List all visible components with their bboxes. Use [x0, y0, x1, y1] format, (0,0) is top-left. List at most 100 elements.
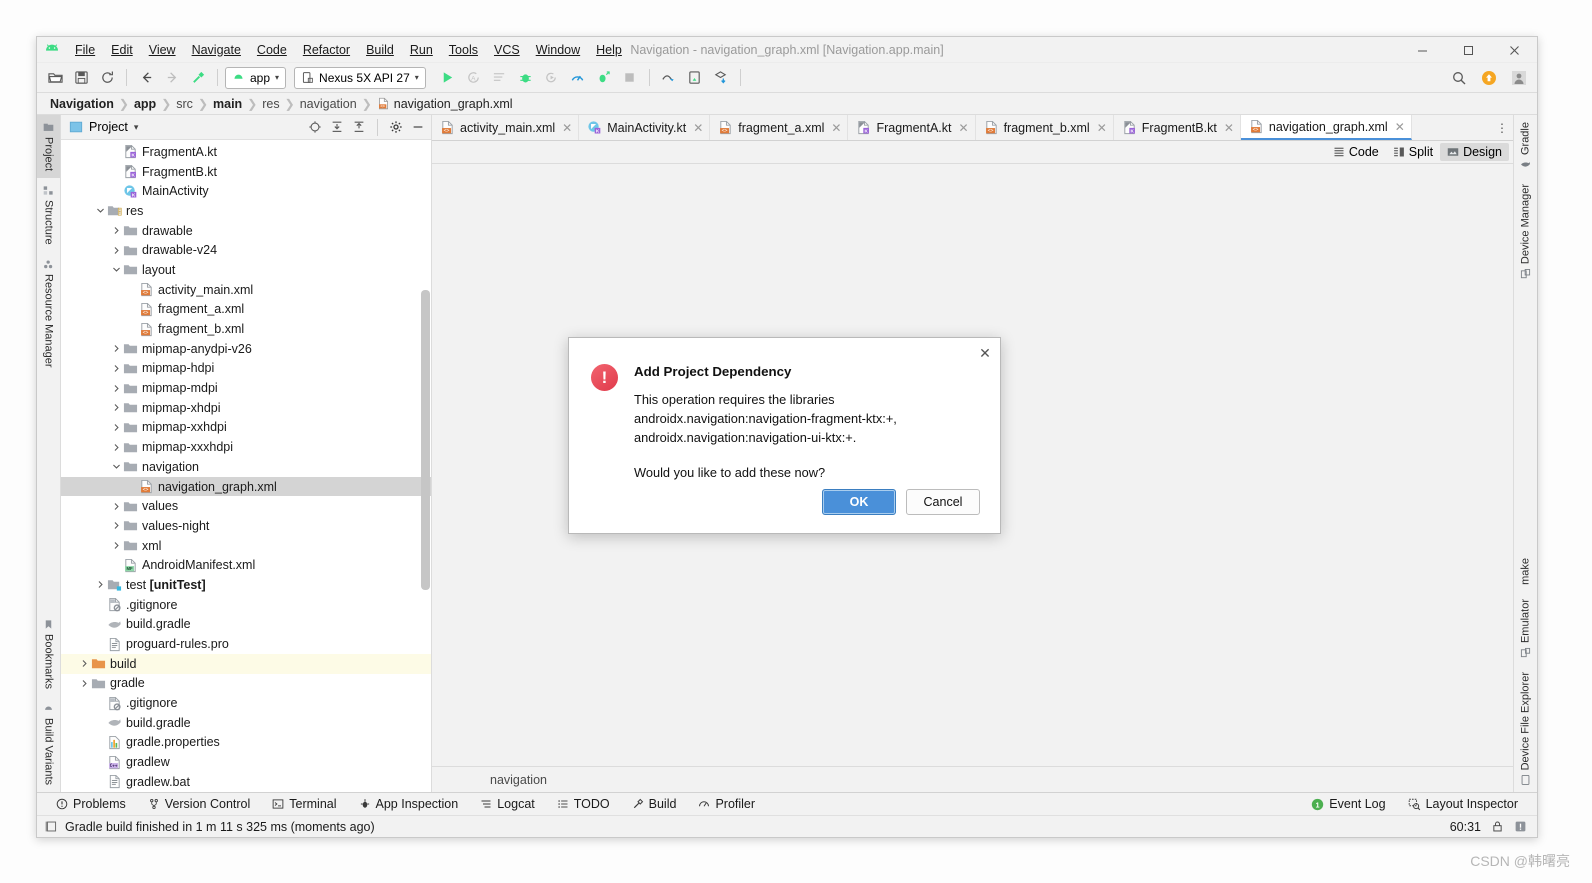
menu-item-vcs[interactable]: VCS: [486, 40, 528, 60]
sync-icon[interactable]: [95, 66, 119, 90]
tree-row[interactable]: <>navigation_graph.xml: [61, 477, 431, 497]
sidebar-item-bookmarks[interactable]: Bookmarks: [37, 612, 60, 696]
tab-design-mode[interactable]: Design: [1440, 143, 1509, 161]
project-tree[interactable]: KFragmentA.ktKFragmentB.ktKMainActivityr…: [61, 140, 431, 792]
menu-item-window[interactable]: Window: [528, 40, 588, 60]
tree-row[interactable]: <>fragment_a.xml: [61, 300, 431, 320]
apply-code-changes-icon[interactable]: [488, 66, 512, 90]
tree-row[interactable]: res: [61, 201, 431, 221]
tree-row[interactable]: KFragmentB.kt: [61, 162, 431, 182]
tree-row[interactable]: test [unitTest]: [61, 575, 431, 595]
bottom-tab-todo[interactable]: TODO: [546, 797, 621, 811]
bottom-tab-build[interactable]: Build: [621, 797, 688, 811]
bottom-tab-problems[interactable]: Problems: [45, 797, 137, 811]
menu-item-build[interactable]: Build: [358, 40, 402, 60]
tab-split-mode[interactable]: Split: [1386, 143, 1440, 161]
chevron-right-icon[interactable]: [95, 579, 106, 590]
maximize-button[interactable]: [1445, 37, 1491, 63]
chevron-right-icon[interactable]: [111, 343, 122, 354]
chevron-right-icon[interactable]: [111, 402, 122, 413]
bottom-tab-profiler[interactable]: Profiler: [687, 797, 766, 811]
close-icon[interactable]: ✕: [1222, 121, 1234, 135]
lock-icon[interactable]: [1491, 820, 1504, 833]
forward-arrow-icon[interactable]: [160, 66, 184, 90]
chevron-right-icon[interactable]: [111, 363, 122, 374]
apply-changes-icon[interactable]: A: [462, 66, 486, 90]
close-icon[interactable]: ✕: [691, 121, 703, 135]
chevron-down-icon[interactable]: [111, 461, 122, 472]
chevron-down-icon[interactable]: [111, 264, 122, 275]
tree-row[interactable]: build.gradle: [61, 713, 431, 733]
menu-item-view[interactable]: View: [141, 40, 184, 60]
bottom-tab-logcat[interactable]: Logcat: [469, 797, 546, 811]
tree-row[interactable]: navigation: [61, 457, 431, 477]
account-icon[interactable]: [1507, 66, 1531, 90]
tree-row[interactable]: <>activity_main.xml: [61, 280, 431, 300]
editor-tab[interactable]: KFragmentB.kt✕: [1114, 115, 1241, 140]
settings-gear-icon[interactable]: [387, 118, 405, 136]
tree-row[interactable]: gradlew.bat: [61, 772, 431, 792]
tree-row[interactable]: build: [61, 654, 431, 674]
tree-row[interactable]: KFragmentA.kt: [61, 142, 431, 162]
minimize-button[interactable]: [1399, 37, 1445, 63]
bottom-tab-terminal[interactable]: Terminal: [261, 797, 347, 811]
sdk-manager-icon[interactable]: [657, 66, 681, 90]
caret-position[interactable]: 60:31: [1450, 820, 1481, 834]
tree-row[interactable]: C++gradlew: [61, 752, 431, 772]
tree-row[interactable]: .gitignore: [61, 693, 431, 713]
debug-icon[interactable]: [514, 66, 538, 90]
sidebar-item-project[interactable]: Project: [37, 115, 60, 178]
editor-tab[interactable]: <>navigation_graph.xml✕: [1241, 115, 1412, 140]
chevron-right-icon[interactable]: [79, 678, 90, 689]
close-icon[interactable]: ✕: [957, 121, 969, 135]
breadcrumb-item-app[interactable]: app: [131, 97, 159, 111]
tree-row[interactable]: mipmap-anydpi-v26: [61, 339, 431, 359]
close-button[interactable]: [1491, 37, 1537, 63]
avd-manager-icon[interactable]: [683, 66, 707, 90]
tree-row[interactable]: mipmap-mdpi: [61, 378, 431, 398]
profiler-icon[interactable]: [566, 66, 590, 90]
sidebar-item-make[interactable]: make: [1514, 551, 1537, 592]
bottom-tab-layout-inspector[interactable]: Layout Inspector: [1397, 797, 1529, 811]
tree-row[interactable]: mipmap-xxhdpi: [61, 418, 431, 438]
tree-row[interactable]: .gitignore: [61, 595, 431, 615]
editor-tabs-more-icon[interactable]: ⋮: [1491, 115, 1513, 140]
ok-button[interactable]: OK: [822, 489, 896, 515]
project-panel-chevron-down-icon[interactable]: ▾: [134, 122, 139, 133]
device-selector[interactable]: Nexus 5X API 27 ▾: [294, 67, 426, 89]
close-icon[interactable]: ✕: [1095, 121, 1107, 135]
sidebar-item-build-variants[interactable]: Build Variants: [37, 696, 60, 792]
sidebar-item-emulator[interactable]: Emulator: [1514, 592, 1537, 665]
stop-icon[interactable]: [618, 66, 642, 90]
editor-tab[interactable]: <>activity_main.xml✕: [432, 115, 579, 140]
tree-row[interactable]: KMainActivity: [61, 181, 431, 201]
menu-item-help[interactable]: Help: [588, 40, 630, 60]
tree-row[interactable]: <>fragment_b.xml: [61, 319, 431, 339]
bottom-tab-event-log[interactable]: 1 Event Log: [1300, 797, 1396, 811]
close-icon[interactable]: ✕: [560, 121, 572, 135]
chevron-right-icon[interactable]: [111, 383, 122, 394]
back-arrow-icon[interactable]: [134, 66, 158, 90]
breadcrumb-item-file[interactable]: <> navigation_graph.xml: [374, 97, 516, 111]
tree-row[interactable]: gradle.properties: [61, 733, 431, 753]
chevron-right-icon[interactable]: [111, 225, 122, 236]
menu-item-run[interactable]: Run: [402, 40, 441, 60]
menu-item-edit[interactable]: Edit: [103, 40, 141, 60]
cancel-button[interactable]: Cancel: [906, 489, 980, 515]
close-icon[interactable]: ✕: [1393, 120, 1405, 134]
editor-tab[interactable]: KFragmentA.kt✕: [848, 115, 975, 140]
tree-row[interactable]: proguard-rules.pro: [61, 634, 431, 654]
menu-item-navigate[interactable]: Navigate: [184, 40, 249, 60]
breadcrumb-item-project[interactable]: Navigation: [47, 97, 117, 111]
sidebar-item-gradle[interactable]: Gradle: [1514, 115, 1537, 177]
tree-row[interactable]: gradle: [61, 674, 431, 694]
menu-item-tools[interactable]: Tools: [441, 40, 486, 60]
tab-code-mode[interactable]: Code: [1326, 143, 1386, 161]
run-with-coverage-icon[interactable]: [592, 66, 616, 90]
search-everywhere-icon[interactable]: [1447, 66, 1471, 90]
editor-tab[interactable]: <>fragment_a.xml✕: [710, 115, 848, 140]
breadcrumb-item-src[interactable]: src: [173, 97, 196, 111]
tree-row[interactable]: values-night: [61, 516, 431, 536]
hide-panel-icon[interactable]: [409, 118, 427, 136]
collapse-all-icon[interactable]: [350, 118, 368, 136]
